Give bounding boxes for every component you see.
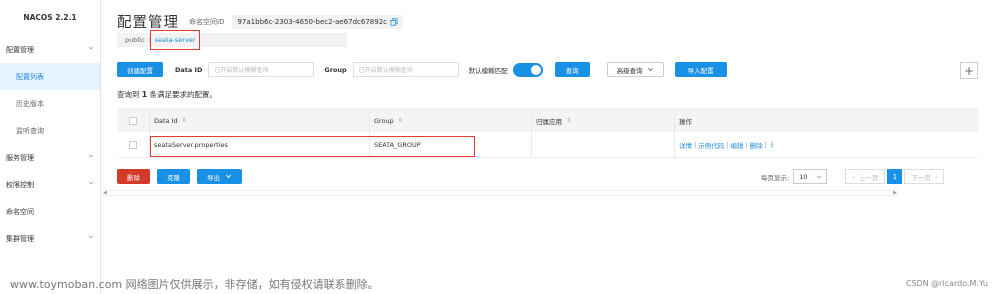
- edit-link[interactable]: 编辑: [730, 140, 743, 150]
- sort-icon[interactable]: ⇕: [182, 117, 187, 124]
- column-header-dataid[interactable]: Data Id ⇕: [149, 109, 369, 132]
- advanced-query-label: 高级查询: [616, 66, 643, 75]
- fuzzy-match-label: 默认模糊匹配: [468, 66, 508, 75]
- namespace-id-value: 97a1bb6c-2303-4650-bec2-ae67dc67892c: [232, 14, 404, 29]
- group-label: Group: [324, 65, 347, 74]
- sidebar-item-access-control[interactable]: 权限控制: [0, 171, 100, 198]
- pagination: 每页显示: 10 ‹ 上一页 1 下一页 ›: [761, 169, 945, 184]
- page-size-value: 10: [799, 172, 808, 181]
- namespace-id-label: 命名空间ID: [189, 17, 225, 26]
- fuzzy-match-toggle[interactable]: [512, 62, 543, 77]
- page-size-select[interactable]: 10: [793, 169, 828, 184]
- import-config-button[interactable]: 导入配置: [674, 62, 727, 77]
- chevron-down-icon: [88, 181, 94, 185]
- sidebar-item-history[interactable]: 历史版本: [0, 90, 100, 117]
- next-page-label: 下一页: [911, 173, 931, 182]
- scroll-right-icon[interactable]: ▶: [893, 190, 897, 196]
- detail-link[interactable]: 详情: [679, 140, 692, 150]
- create-config-button[interactable]: 创建配置: [117, 62, 163, 77]
- sidebar-item-listener-query[interactable]: 监听查询: [0, 117, 100, 144]
- sidebar-item-label: 监听查询: [16, 126, 44, 135]
- bulk-actions: 删除 克隆 导出: [117, 169, 242, 184]
- column-header-label: Group: [374, 116, 394, 125]
- select-all-checkbox[interactable]: [129, 116, 137, 125]
- sort-icon[interactable]: ⇕: [398, 117, 403, 124]
- sidebar-item-label: 权限控制: [6, 180, 34, 189]
- column-header-app[interactable]: 归属应用 ⇕: [531, 109, 674, 132]
- table-header: Data Id ⇕ Group ⇕ 归属应用 ⇕ 操作: [117, 108, 979, 132]
- chevron-down-icon: [88, 154, 94, 158]
- horizontal-scrollbar[interactable]: ◀ ▶: [101, 190, 899, 196]
- watermark-text: www.toymoban.com 网络图片仅供展示，非存储，如有侵权请联系删除。: [10, 278, 379, 291]
- scroll-left-icon[interactable]: ◀: [103, 190, 107, 196]
- sidebar: NACOS 2.2.1 配置管理 配置列表 历史版本 监听查询 服务管理 权限控…: [0, 0, 101, 294]
- sidebar-item-label: 命名空间: [6, 207, 34, 216]
- sidebar-item-label: 配置列表: [16, 72, 44, 81]
- chevron-down-icon: [817, 175, 822, 179]
- more-icon[interactable]: ⋮: [769, 141, 776, 149]
- chevron-down-icon: [226, 174, 231, 179]
- dataid-label: Data ID: [175, 65, 203, 74]
- export-button[interactable]: 导出: [197, 169, 242, 184]
- prev-page-button[interactable]: ‹ 上一页: [845, 169, 886, 184]
- sidebar-item-config-management[interactable]: 配置管理: [0, 36, 100, 63]
- sort-icon[interactable]: ⇕: [566, 117, 571, 124]
- highlight-box-namespace: [150, 30, 200, 50]
- group-input[interactable]: 已开启默认模糊查询: [352, 62, 459, 77]
- sidebar-item-namespace[interactable]: 命名空间: [0, 198, 100, 225]
- result-suffix: 条满足要求的配置。: [149, 90, 218, 99]
- bulk-delete-button[interactable]: 删除: [117, 169, 150, 184]
- chevron-down-icon: [88, 235, 94, 239]
- result-prefix: 查询到: [117, 90, 140, 99]
- page-title: 配置管理: [117, 15, 179, 31]
- namespace-id-text: 97a1bb6c-2303-4650-bec2-ae67dc67892c: [237, 17, 388, 26]
- column-header-label: 归属应用: [536, 117, 562, 126]
- next-page-button[interactable]: 下一页 ›: [904, 169, 945, 184]
- chevron-down-icon: [647, 67, 653, 72]
- add-icon[interactable]: +: [960, 62, 978, 79]
- column-header-ops: 操作: [674, 109, 979, 132]
- clone-button[interactable]: 克隆: [157, 169, 190, 184]
- page-number-current[interactable]: 1: [887, 169, 903, 184]
- toolbar: 创建配置 Data ID 已开启默认模糊查询 Group 已开启默认模糊查询 默…: [117, 62, 727, 77]
- export-label: 导出: [207, 173, 220, 182]
- copy-icon[interactable]: [390, 17, 398, 26]
- main-content: 配置管理 命名空间ID 97a1bb6c-2303-4650-bec2-ae67…: [101, 0, 1000, 294]
- app-logo: NACOS 2.2.1: [23, 13, 77, 22]
- chevron-right-icon: ›: [934, 172, 938, 181]
- advanced-query-button[interactable]: 高级查询: [606, 62, 664, 77]
- sample-code-link[interactable]: 示例代码: [698, 140, 724, 150]
- column-header-label: 操作: [679, 117, 692, 126]
- query-result-text: 查询到 1 条满足要求的配置。: [117, 89, 217, 100]
- sidebar-item-label: 服务管理: [6, 153, 34, 162]
- query-button[interactable]: 查询: [554, 62, 590, 77]
- dataid-input[interactable]: 已开启默认模糊查询: [208, 62, 315, 77]
- cell-ops: 详情 | 示例代码 | 编辑 | 删除 | ⋮: [674, 132, 979, 157]
- page-size-label: 每页显示:: [761, 173, 790, 182]
- delete-link[interactable]: 删除: [750, 140, 763, 150]
- sidebar-item-config-list[interactable]: 配置列表: [0, 63, 100, 90]
- column-header-group[interactable]: Group ⇕: [369, 109, 531, 132]
- namespace-public-link[interactable]: public: [125, 36, 145, 44]
- row-checkbox[interactable]: [129, 140, 137, 149]
- result-count: 1: [141, 90, 148, 99]
- sidebar-item-cluster-management[interactable]: 集群管理: [0, 225, 100, 252]
- sidebar-item-label: 配置管理: [6, 45, 34, 54]
- highlight-box-row: [150, 136, 475, 157]
- column-header-label: Data Id: [154, 116, 178, 125]
- sidebar-item-service-management[interactable]: 服务管理: [0, 144, 100, 171]
- cell-app: [531, 132, 674, 157]
- chevron-down-icon: [88, 46, 94, 50]
- sidebar-item-label: 集群管理: [6, 234, 34, 243]
- sidebar-item-label: 历史版本: [16, 99, 44, 108]
- credit-text: CSDN @ricardo.M.Yu: [905, 279, 988, 288]
- prev-page-label: 上一页: [858, 173, 879, 182]
- chevron-left-icon: ‹: [852, 172, 855, 181]
